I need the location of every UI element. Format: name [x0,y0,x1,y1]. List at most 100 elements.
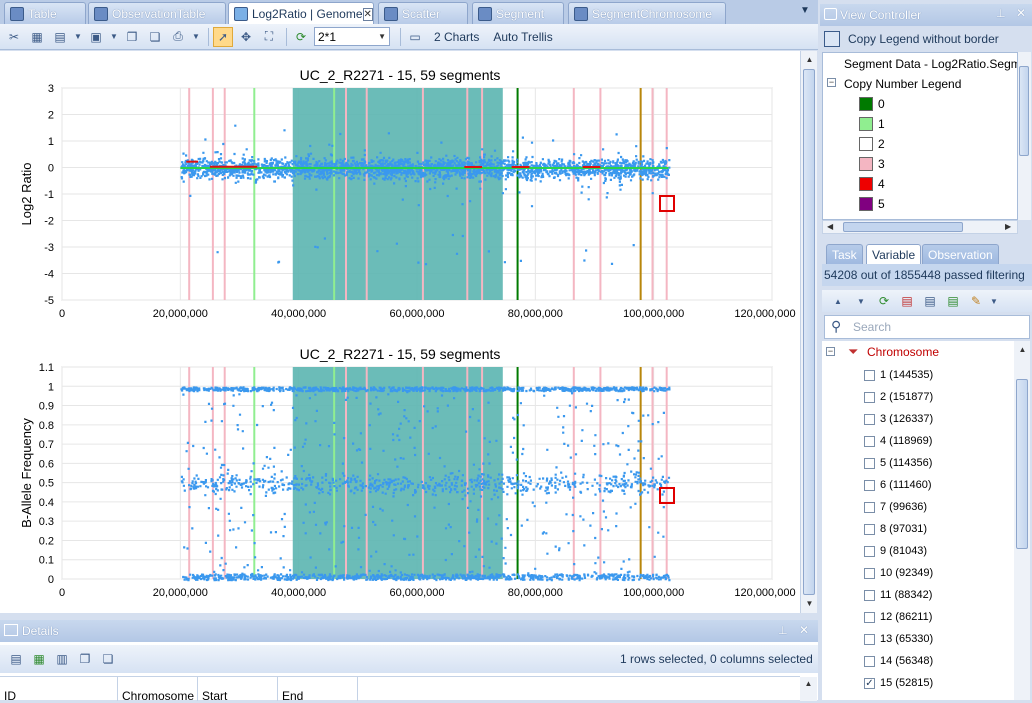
checkbox[interactable] [864,589,875,601]
checkbox[interactable] [864,655,875,667]
checkbox[interactable] [864,545,875,557]
add-filter-icon[interactable]: ▤ [943,291,963,311]
pin-icon[interactable]: ⊥ [996,7,1006,20]
layout-icon[interactable]: ▭ [405,27,425,47]
scroll-down-icon[interactable]: ▼ [802,596,817,611]
checkbox[interactable] [864,611,875,623]
move-down-icon[interactable]: ▼ [851,291,871,311]
dropdown-icon[interactable]: ▼ [191,27,201,47]
chromosome-checkbox-item[interactable]: 9 (81043) [864,545,927,557]
tab-task[interactable]: Task [826,244,863,264]
tab-log2ratio-genome[interactable]: Log2Ratio | Genome ✕ [228,2,374,25]
columns-icon[interactable]: ▥ [52,649,72,669]
scroll-up-icon[interactable]: ▲ [802,52,817,67]
checkbox[interactable] [864,369,875,381]
checkbox[interactable] [864,391,875,403]
scroll-up-icon[interactable]: ▲ [1015,342,1030,357]
tab-table[interactable]: Table [4,2,86,24]
legend-hscrollbar[interactable]: ◀ ▶ [822,220,1018,234]
close-icon[interactable]: ✕ [1016,6,1026,20]
document-icon[interactable]: ▤ [6,649,26,669]
copy-icon[interactable]: ❐ [75,649,95,669]
scroll-left-icon[interactable]: ◀ [827,222,833,231]
refresh-icon[interactable]: ⟳ [291,27,311,47]
tab-segment[interactable]: Segment [472,2,564,24]
tab-segment-chromosome[interactable]: SegmentChromosome [568,2,726,24]
scroll-thumb[interactable] [1019,66,1029,156]
chromosome-checkbox-item[interactable]: 14 (56348) [864,655,933,667]
tab-scatter[interactable]: Scatter [378,2,468,24]
pin-icon[interactable]: ⊥ [778,624,788,637]
chromosome-checkbox-item[interactable]: 2 (151877) [864,391,933,403]
chromosome-checkbox-item[interactable]: 5 (114356) [864,457,932,469]
select-region-icon[interactable]: ▦ [27,27,47,47]
chromosome-checkbox-item[interactable]: 1 (144535) [864,369,933,381]
move-up-icon[interactable]: ▲ [828,291,848,311]
column-header-start[interactable]: Start [198,677,278,703]
chromosome-checkbox-item[interactable]: 3 (126337) [864,413,933,425]
chromosome-checkbox-item[interactable]: 12 (86211) [864,611,932,623]
zoom-fit-icon[interactable]: ⛶ [259,27,279,47]
refresh-icon[interactable]: ⟳ [874,291,894,311]
print-icon[interactable]: ⎙ [168,27,188,47]
scroll-thumb[interactable] [843,222,963,232]
pointer-icon[interactable]: ➚ [213,26,233,47]
column-header-end[interactable]: End [278,677,358,703]
tab-variable[interactable]: Variable [866,244,922,264]
checkbox[interactable] [864,457,875,469]
charts-count-button[interactable]: 2 Charts [434,30,479,44]
close-icon[interactable]: ✕ [362,7,373,21]
excel-icon[interactable]: ▦ [29,649,49,669]
copy-icon[interactable]: ❐ [122,27,142,47]
checkbox[interactable] [864,567,875,579]
filter-list-icon[interactable]: ▤ [920,291,940,311]
tab-observation[interactable]: Observation [922,244,999,264]
checkbox[interactable] [864,435,875,447]
chromosome-checkbox-item[interactable]: ✓ 15 (52815) [864,677,933,689]
close-icon[interactable]: ✕ [799,623,809,637]
checkbox[interactable] [864,479,875,491]
checkbox[interactable]: ✓ [864,677,875,689]
tools-icon[interactable]: ✂ [4,27,24,47]
chromosome-checkbox-item[interactable]: 6 (111460) [864,479,932,491]
dropdown-icon[interactable]: ▼ [109,27,119,47]
chromosome-checkbox-item[interactable]: 11 (88342) [864,589,932,601]
search-input[interactable]: ⚲ Search [824,315,1030,339]
checkbox[interactable] [864,633,875,645]
tab-observation-table[interactable]: ObservationTable [88,2,226,24]
dropdown-icon[interactable]: ▼ [73,27,83,47]
collapse-icon[interactable]: − [827,78,836,87]
checkbox[interactable] [864,523,875,535]
chromosome-checkbox-item[interactable]: 7 (99636) [864,501,927,513]
paste-icon[interactable]: ❏ [145,27,165,47]
layout-combo[interactable]: 2*1 ▼ [314,27,390,46]
copy-legend-button[interactable]: Copy Legend without border [824,31,999,47]
paste-icon[interactable]: ❏ [98,649,118,669]
export-icon[interactable]: ▤ [50,27,70,47]
chromosome-checkbox-item[interactable]: 8 (97031) [864,523,927,535]
plot-area[interactable]: UC_2_R2271 - 15, 59 segments UC_2_R2271 … [0,51,800,613]
genome-plots[interactable]: 3 2 1 0 -1 -2 -3 -4 -5 0 20,000,000 40,000,000 60,00… [0,51,800,613]
remove-filter-icon[interactable]: ▤ [897,291,917,311]
chromosome-checkbox-item[interactable]: 13 (65330) [864,633,933,645]
legend-vscroll[interactable] [1018,52,1031,220]
column-header-chromosome[interactable]: Chromosome [118,677,198,703]
checkbox[interactable] [864,413,875,425]
scroll-up-icon[interactable]: ▲ [800,677,817,701]
edit-icon[interactable]: ✎ [966,291,986,311]
plot-scrollbar[interactable]: ▲ ▼ [800,51,817,613]
filter-list-scrollbar[interactable]: ▲ [1014,341,1030,700]
collapse-icon[interactable]: − [826,347,835,356]
pan-icon[interactable]: ✥ [236,27,256,47]
dropdown-icon[interactable]: ▼ [989,291,999,311]
image-icon[interactable]: ▣ [86,27,106,47]
checkbox[interactable] [864,501,875,513]
chromosome-checkbox-item[interactable]: 4 (118969) [864,435,932,447]
scroll-thumb[interactable] [1016,379,1028,549]
column-header-id[interactable]: ID [0,677,118,703]
auto-trellis-button[interactable]: Auto Trellis [493,30,552,44]
tab-overflow-icon[interactable]: ▼ [800,5,810,16]
scroll-thumb[interactable] [803,69,815,595]
scroll-right-icon[interactable]: ▶ [1005,222,1011,231]
chromosome-checkbox-item[interactable]: 10 (92349) [864,567,933,579]
